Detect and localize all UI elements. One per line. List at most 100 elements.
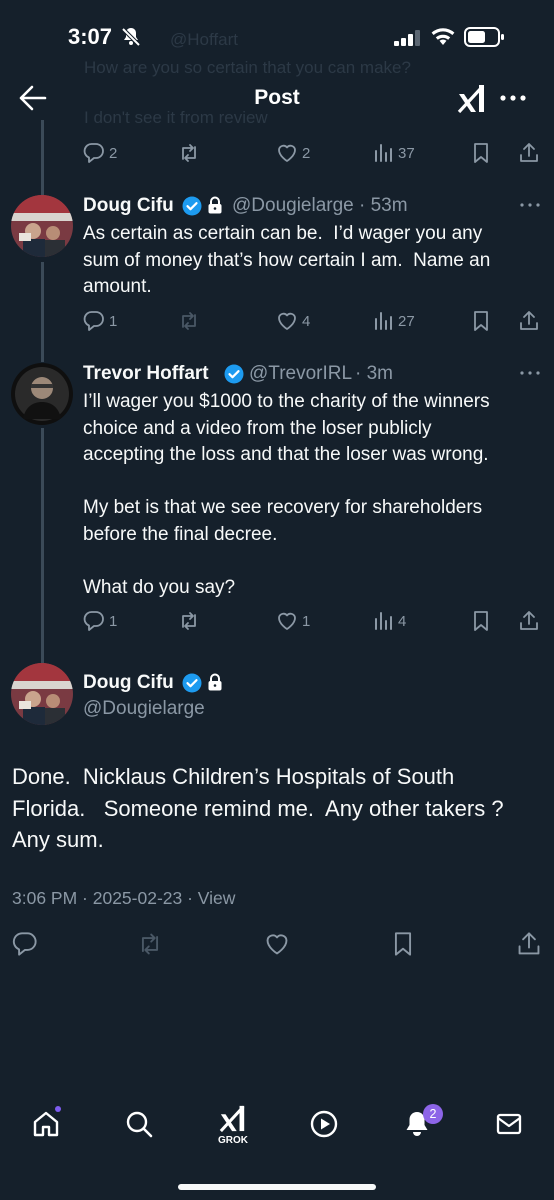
nav-grok[interactable] <box>213 1096 253 1140</box>
nav-search[interactable] <box>119 1102 159 1146</box>
tweet-text: I’ll wager you $1000 to the charity of t… <box>83 391 490 598</box>
share-icon <box>518 610 540 632</box>
author-name[interactable]: Doug Cifu <box>83 672 174 694</box>
repost-button[interactable] <box>178 310 200 332</box>
views-button[interactable]: 27 <box>372 310 415 332</box>
tweet-more-icon[interactable] <box>520 203 540 207</box>
reply-button[interactable]: 2 <box>83 142 117 164</box>
home-indicator[interactable] <box>178 1184 376 1190</box>
author-handle[interactable]: @Dougielarge <box>83 698 205 720</box>
wifi-icon <box>430 26 456 46</box>
share-button[interactable] <box>518 610 540 632</box>
avatar[interactable] <box>11 363 73 425</box>
like-count: 2 <box>302 144 311 162</box>
heart-icon <box>264 931 290 957</box>
ghost-text-line: How are you so certain that you can make… <box>84 58 411 77</box>
lock-icon <box>207 196 223 214</box>
nav-video[interactable] <box>304 1102 344 1146</box>
heart-icon <box>276 310 298 332</box>
verified-badge-icon <box>182 673 202 693</box>
repost-button[interactable] <box>178 610 200 632</box>
reply-button[interactable] <box>12 931 38 957</box>
bookmark-icon <box>470 142 492 164</box>
mail-icon <box>494 1109 524 1139</box>
tweet-more-icon[interactable] <box>520 371 540 375</box>
grok-label: GROK <box>218 1135 248 1146</box>
nav-messages[interactable] <box>489 1102 529 1146</box>
share-icon <box>516 931 542 957</box>
like-button[interactable]: 4 <box>276 310 310 332</box>
analytics-icon <box>372 610 394 632</box>
views-button[interactable]: 4 <box>372 610 406 632</box>
ghost-handle: @Hoffart <box>170 30 238 49</box>
share-button[interactable] <box>516 931 542 957</box>
bookmark-button[interactable] <box>390 931 416 957</box>
like-button[interactable]: 2 <box>276 142 310 164</box>
bookmark-button[interactable] <box>470 610 492 632</box>
like-count: 4 <box>302 312 311 330</box>
search-icon <box>124 1109 154 1139</box>
bookmark-icon <box>470 610 492 632</box>
bookmark-button[interactable] <box>470 310 492 332</box>
bell-slash-icon <box>120 26 142 48</box>
like-count: 1 <box>302 612 311 630</box>
share-icon <box>518 310 540 332</box>
reply-button[interactable]: 1 <box>83 310 117 332</box>
views-button[interactable]: 37 <box>372 142 415 164</box>
analytics-icon <box>372 142 394 164</box>
share-icon <box>518 142 540 164</box>
reply-count: 1 <box>109 612 118 630</box>
post-timestamp[interactable]: 3:06 PM · 2025-02-23 · View <box>12 888 235 909</box>
tweet-text: As certain as certain can be. I’d wager … <box>83 223 491 297</box>
like-button[interactable]: 1 <box>276 610 310 632</box>
battery-icon <box>464 26 506 48</box>
play-circle-icon <box>309 1109 339 1139</box>
thread-line <box>41 428 44 663</box>
heart-icon <box>276 142 298 164</box>
repost-icon <box>178 610 200 632</box>
more-options-icon[interactable] <box>500 95 526 101</box>
reply-icon <box>83 610 105 632</box>
bookmark-button[interactable] <box>470 142 492 164</box>
ghost-text-line: I don't see it from review <box>84 108 268 127</box>
reply-count: 2 <box>109 144 118 162</box>
share-button[interactable] <box>518 142 540 164</box>
bookmark-icon <box>390 931 416 957</box>
verified-badge-icon <box>182 196 202 216</box>
reply-button[interactable]: 1 <box>83 610 117 632</box>
author-handle[interactable]: @TrevorIRL <box>249 363 352 385</box>
reply-count: 1 <box>109 312 118 330</box>
thread-line <box>41 262 44 362</box>
grok-icon <box>219 1104 247 1132</box>
reply-icon <box>83 310 105 332</box>
home-unread-dot <box>55 1106 61 1112</box>
bookmark-icon <box>470 310 492 332</box>
views-count: 37 <box>398 144 415 162</box>
repost-icon <box>137 931 163 957</box>
reply-icon <box>83 142 105 164</box>
thread-line <box>41 120 44 195</box>
analytics-icon <box>372 310 394 332</box>
like-button[interactable] <box>264 931 290 957</box>
avatar[interactable] <box>11 663 73 725</box>
cellular-signal-icon <box>394 30 422 46</box>
share-button[interactable] <box>518 310 540 332</box>
status-time: 3:07 <box>68 24 113 49</box>
author-name[interactable]: Doug Cifu <box>83 195 174 217</box>
grok-icon[interactable] <box>457 83 487 113</box>
repost-button[interactable] <box>178 142 200 164</box>
views-count: 4 <box>398 612 407 630</box>
author-name[interactable]: Trevor Hoffart <box>83 363 209 385</box>
repost-icon <box>178 310 200 332</box>
lock-icon <box>207 673 223 691</box>
heart-icon <box>276 610 298 632</box>
author-handle[interactable]: @Dougielarge <box>232 195 354 217</box>
notification-count-badge: 2 <box>423 1104 443 1124</box>
views-count: 27 <box>398 312 415 330</box>
repost-button[interactable] <box>137 931 163 957</box>
verified-badge-icon <box>224 364 244 384</box>
reply-icon <box>12 931 38 957</box>
avatar[interactable] <box>11 195 73 257</box>
post-time: · 3m <box>355 363 393 384</box>
repost-icon <box>178 142 200 164</box>
